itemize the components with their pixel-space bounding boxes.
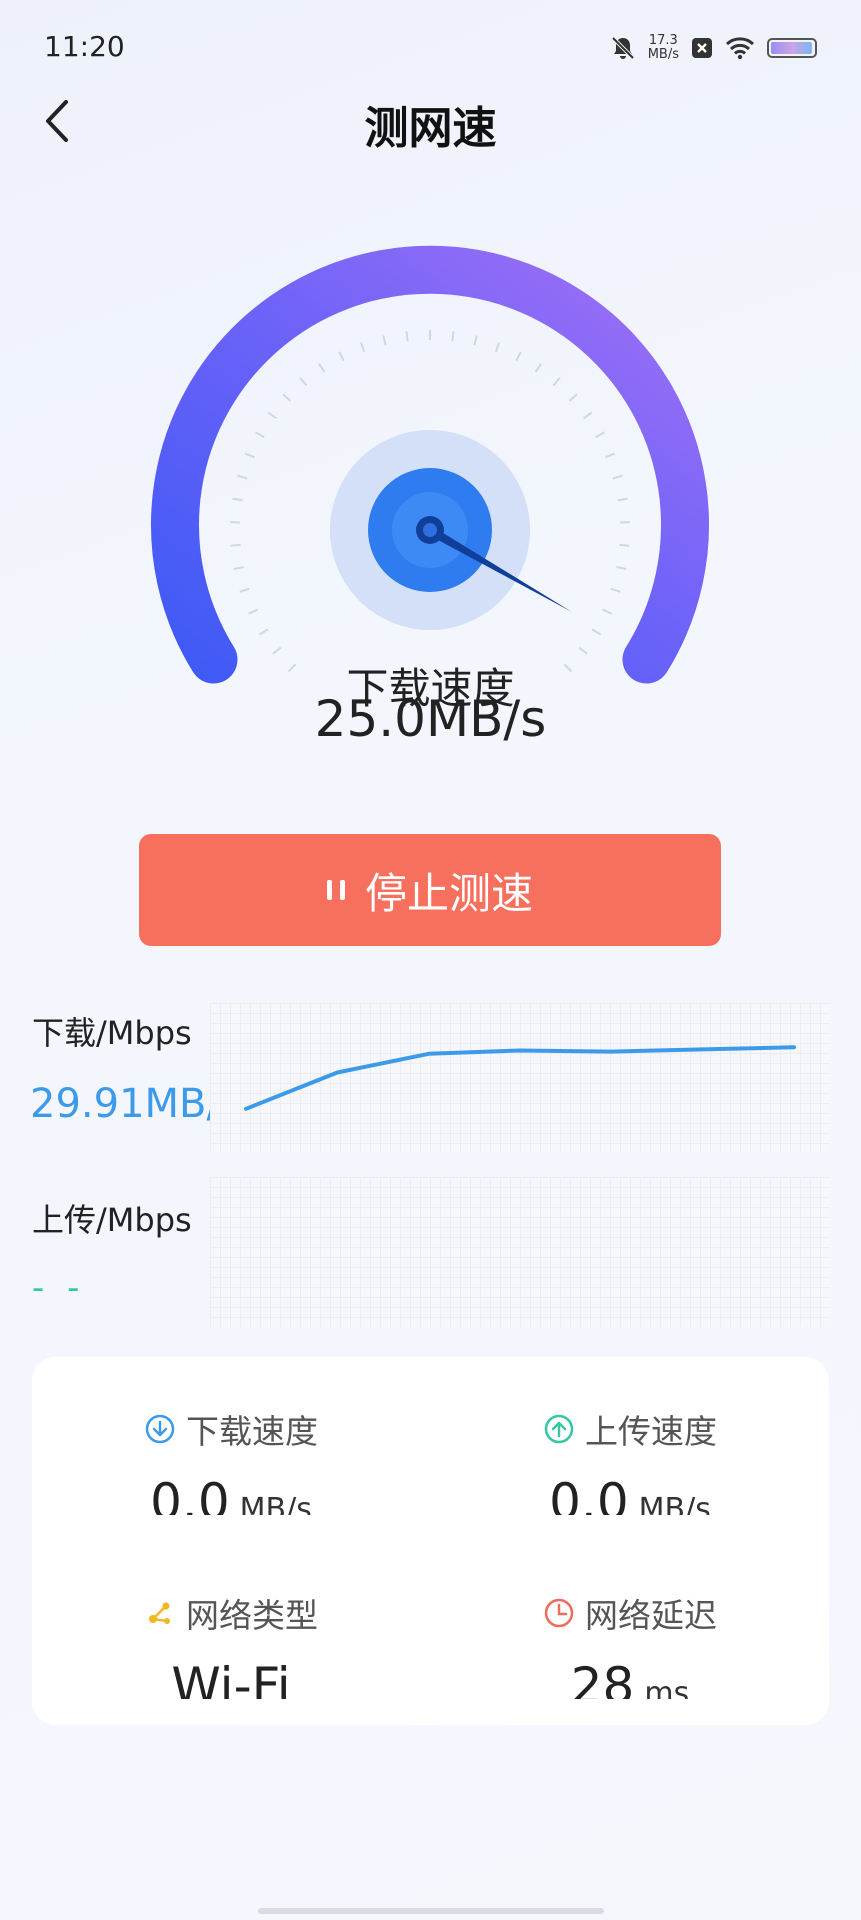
- home-indicator[interactable]: [258, 1908, 604, 1914]
- gauge-tick: [255, 431, 265, 439]
- page-title: 测网速: [364, 103, 497, 154]
- gauge-value: 25.0MB/s: [314, 690, 547, 748]
- network-share-icon: [149, 1602, 170, 1624]
- upload-chart: [210, 1177, 830, 1327]
- gauge-tick: [267, 411, 277, 420]
- stat-network-type-title: 网络类型: [186, 1596, 318, 1635]
- gauge-tick: [318, 363, 326, 373]
- gauge-tick: [382, 335, 387, 346]
- gauge-tick: [605, 452, 616, 459]
- upload-chart-value: - -: [32, 1268, 86, 1308]
- stat-upload: 上传速度 0.0 MB/s: [431, 1405, 829, 1515]
- stop-test-label: 停止测速: [364, 868, 533, 918]
- stat-latency: 网络延迟 28 ms: [431, 1589, 829, 1699]
- gauge-tick: [338, 351, 345, 362]
- net-speed-indicator: 17.3 MB/s: [648, 34, 679, 62]
- status-time: 11:20: [44, 30, 125, 63]
- stat-download-value: 0.0: [150, 1473, 230, 1515]
- gauge-tick: [583, 411, 593, 420]
- wifi-icon: [725, 37, 755, 60]
- gauge-tick: [612, 474, 623, 480]
- stat-upload-value: 0.0: [549, 1473, 629, 1515]
- gauge-tick: [473, 335, 478, 346]
- gauge-tick: [272, 646, 282, 655]
- gauge-tick: [359, 342, 366, 353]
- clock-icon: [544, 1598, 574, 1628]
- gauge-tick: [237, 474, 248, 480]
- gauge-tick: [282, 393, 292, 402]
- gauge-tick: [230, 543, 241, 547]
- pause-icon: [326, 880, 345, 900]
- stat-download: 下载速度 0.0 MB/s: [32, 1405, 430, 1515]
- stat-download-title: 下载速度: [186, 1412, 318, 1451]
- stat-network-type: 网络类型 Wi-Fi: [32, 1589, 430, 1699]
- gauge-tick: [244, 452, 255, 459]
- mute-bell-icon: [611, 36, 635, 60]
- gauge-tick: [602, 608, 613, 615]
- download-chart-value: 29.91MB/s: [30, 1081, 241, 1127]
- stat-network-type-value: Wi-Fi: [171, 1657, 291, 1699]
- gauge-tick: [617, 497, 628, 502]
- gauge-tick: [616, 566, 627, 570]
- gauge-tick: [534, 363, 542, 373]
- speed-gauge: [151, 245, 709, 684]
- download-chart: [210, 1003, 830, 1153]
- upload-chart-label: 上传/Mbps: [32, 1201, 192, 1239]
- download-chart-line: [244, 1045, 796, 1111]
- status-icons: 17.3 MB/s: [610, 34, 817, 62]
- gauge-tick: [405, 331, 409, 342]
- gauge-tick: [232, 497, 243, 502]
- gauge-tick: [299, 377, 308, 387]
- gauge-tick: [568, 393, 578, 402]
- upload-arrow-icon: [544, 1414, 574, 1444]
- gauge-tick: [515, 351, 522, 362]
- gauge-tick: [451, 331, 455, 342]
- net-speed-unit: MB/s: [647, 47, 679, 62]
- gauge-tick: [233, 566, 244, 570]
- gauge-tick: [552, 377, 561, 387]
- gauge-tick: [595, 431, 605, 439]
- gauge-tick: [578, 646, 588, 655]
- gauge-tick: [610, 587, 621, 593]
- gauge-tick: [247, 608, 258, 615]
- stat-latency-unit: ms: [644, 1676, 690, 1699]
- gauge-tick: [591, 628, 602, 636]
- gauge-tick: [494, 342, 501, 353]
- gauge-tick: [239, 587, 250, 593]
- battery-icon: [767, 38, 817, 58]
- stats-card: 下载速度 0.0 MB/s 上传速度 0.0 MB/s 网络类型 Wi-Fi 网…: [32, 1357, 829, 1725]
- stat-latency-value: 28: [570, 1657, 635, 1699]
- stop-test-button[interactable]: 停止测速: [139, 834, 721, 946]
- download-chart-label: 下载/Mbps: [32, 1014, 192, 1052]
- stat-latency-title: 网络延迟: [585, 1596, 717, 1635]
- stat-upload-title: 上传速度: [585, 1412, 717, 1451]
- stat-download-unit: MB/s: [239, 1492, 312, 1515]
- gauge-tick: [258, 628, 269, 636]
- download-arrow-icon: [145, 1414, 175, 1444]
- net-speed-value: 17.3: [648, 33, 678, 48]
- close-box-icon: [692, 38, 712, 58]
- stat-upload-unit: MB/s: [638, 1492, 711, 1515]
- gauge-tick: [619, 543, 630, 547]
